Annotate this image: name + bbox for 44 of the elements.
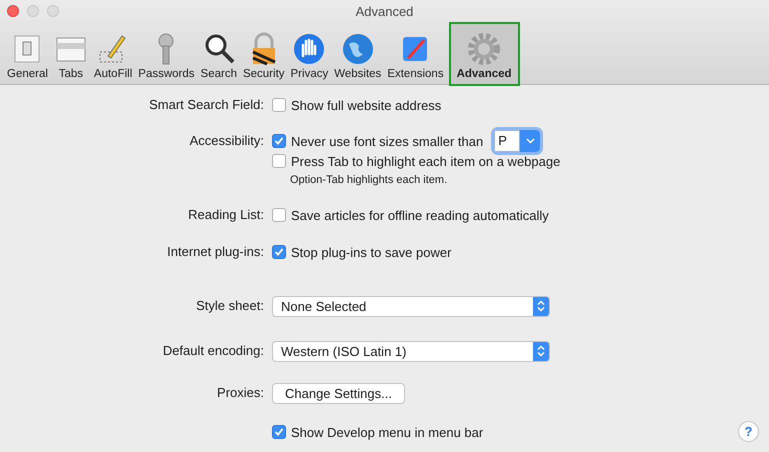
hand-icon [292, 32, 326, 66]
close-button[interactable] [7, 5, 19, 17]
hint-text: Option-Tab highlights each item. [290, 173, 448, 188]
change-settings-button[interactable]: Change Settings... [272, 382, 405, 404]
toolbar-tab[interactable]: Advanced [450, 24, 518, 84]
setting-label: Style sheet: [196, 297, 265, 315]
chevron-icon [526, 138, 535, 144]
settings-icon [467, 32, 502, 66]
toolbar-tab[interactable]: General [4, 24, 51, 84]
checkbox-label: Press Tab to highlight each item on a webpage [291, 154, 560, 168]
toolbar-tab[interactable]: Websites [331, 24, 384, 84]
toolbar-tab[interactable]: Tabs [50, 24, 91, 84]
setting-label: Default encoding: [162, 342, 265, 360]
toolbar-tab[interactable]: AutoFill [90, 24, 136, 84]
chevron-icon [537, 345, 545, 357]
popup-menu[interactable]: Western (ISO Latin 1) [272, 340, 550, 362]
window-title: Advanced [356, 4, 414, 19]
setting-label: Proxies: [217, 384, 265, 402]
popup-menu[interactable]: None Selected [272, 296, 550, 316]
minimize-button[interactable] [27, 5, 39, 17]
toolbar-tab[interactable]: Extensions [384, 24, 447, 84]
checkbox[interactable] [272, 134, 286, 148]
setting-label: Reading List: [188, 206, 265, 224]
zoom-button[interactable] [47, 5, 59, 17]
toolbar-tab[interactable]: Privacy [288, 24, 332, 84]
globe-icon [340, 32, 375, 66]
checkbox[interactable] [272, 245, 286, 259]
toolbar-tab[interactable]: Search [198, 24, 240, 84]
checkbox-label: Never use font sizes smaller than [291, 134, 484, 148]
setting-label: Internet plug-ins: [167, 243, 265, 261]
checkbox[interactable] [272, 425, 286, 439]
checkbox-label: Show full website address [291, 98, 442, 112]
checkbox[interactable] [272, 154, 286, 168]
chevron-icon [537, 300, 545, 312]
toolbar-tab[interactable]: Passwords [135, 24, 198, 84]
help-button[interactable]: ? [738, 421, 759, 442]
checkbox-label: Stop plug-ins to save power [291, 244, 452, 260]
setting-label: Accessibility: [190, 132, 265, 150]
checkbox[interactable] [272, 98, 286, 112]
toolbar-tab[interactable]: Security [240, 24, 288, 84]
checkbox[interactable] [272, 208, 286, 222]
checkbox-label: Save articles for offline reading automatically [291, 208, 549, 222]
checkbox-label: Show Develop menu in menu bar [291, 424, 484, 440]
setting-label: Smart Search Field: [149, 96, 265, 114]
